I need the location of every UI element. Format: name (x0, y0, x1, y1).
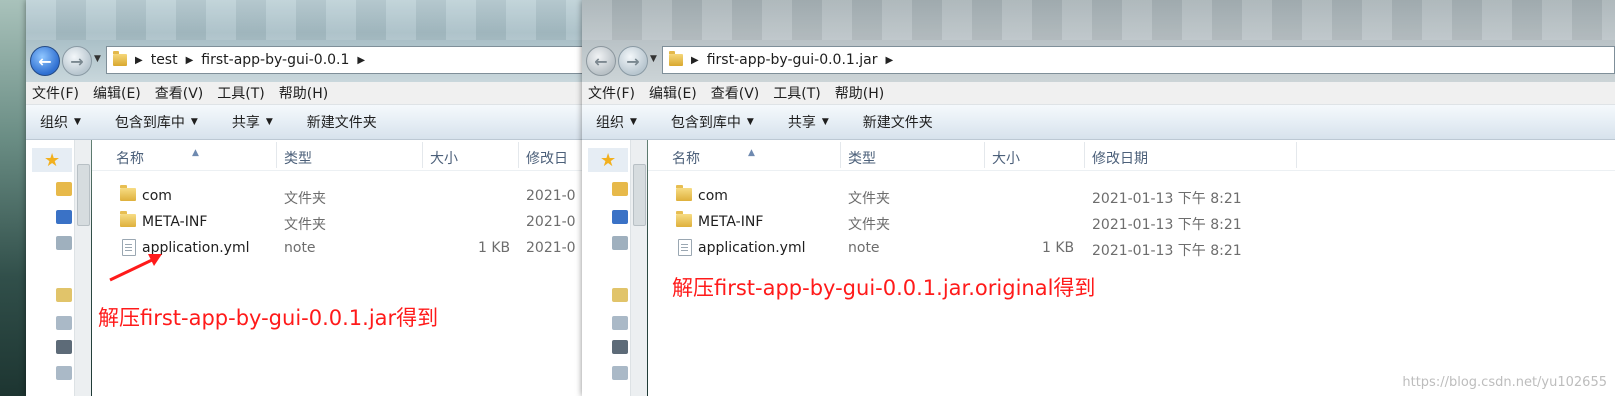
library-icon[interactable] (56, 182, 72, 196)
network-icon[interactable] (56, 236, 72, 250)
column-name[interactable]: 名称 (116, 148, 144, 168)
table-row[interactable]: application.yml note 1 KB 2021-01-13 下午 … (648, 235, 1615, 261)
chevron-down-icon: ▼ (746, 117, 754, 127)
library-icon[interactable] (612, 182, 628, 196)
new-folder-button[interactable]: 新建文件夹 (307, 112, 377, 132)
column-type[interactable]: 类型 (284, 148, 312, 168)
command-bar: 组织 ▼ 包含到库中 ▼ 共享 ▼ 新建文件夹 (582, 105, 1615, 140)
chevron-right-icon[interactable]: ▶ (135, 55, 143, 66)
desktop-background (0, 0, 26, 396)
command-bar: 组织 ▼ 包含到库中 ▼ 共享 ▼ 新建文件夹 (26, 105, 586, 140)
window-frame: ← → ▼ ▶ test ▶ first-app-by-gui-0.0.1 ▶ (26, 0, 586, 82)
drive-icon[interactable] (612, 366, 628, 380)
chevron-right-icon[interactable]: ▶ (186, 55, 194, 66)
chevron-right-icon[interactable]: ▶ (357, 55, 365, 66)
recent-pages-dropdown[interactable]: ▼ (94, 54, 101, 64)
forward-button[interactable]: → (618, 46, 648, 76)
nav-scrollbar[interactable] (74, 140, 91, 396)
chevron-right-icon[interactable]: ▶ (886, 55, 894, 66)
table-row[interactable]: META-INF 文件夹 2021-0 (92, 209, 586, 235)
column-name[interactable]: 名称 (672, 148, 700, 168)
menu-bar: 文件(F) 编辑(E) 查看(V) 工具(T) 帮助(H) (26, 82, 586, 105)
folder-icon (120, 211, 136, 227)
breadcrumb-current[interactable]: first-app-by-gui-0.0.1.jar (707, 52, 878, 68)
text-file-icon (678, 239, 692, 256)
recent-pages-dropdown[interactable]: ▼ (650, 54, 657, 64)
table-row[interactable]: com 文件夹 2021-01-13 下午 8:21 (648, 183, 1615, 209)
network-icon[interactable] (612, 236, 628, 250)
folder-icon (676, 185, 692, 201)
table-row[interactable]: META-INF 文件夹 2021-01-13 下午 8:21 (648, 209, 1615, 235)
include-in-library-button[interactable]: 包含到库中 ▼ (671, 112, 754, 132)
breadcrumb-test[interactable]: test (151, 52, 178, 68)
column-type[interactable]: 类型 (848, 148, 876, 168)
watermark: https://blog.csdn.net/yu102655 (1402, 375, 1607, 390)
address-bar[interactable]: ▶ test ▶ first-app-by-gui-0.0.1 ▶ (106, 46, 586, 74)
include-in-library-button[interactable]: 包含到库中 ▼ (115, 112, 198, 132)
back-button[interactable]: ← (586, 46, 616, 76)
favorites-star-icon[interactable]: ★ (600, 150, 616, 171)
menu-file[interactable]: 文件(F) (588, 83, 643, 103)
table-row[interactable]: application.yml note 1 KB 2021-0 (92, 235, 586, 261)
homegroup-icon[interactable] (612, 288, 628, 302)
organize-button[interactable]: 组织 ▼ (40, 112, 81, 132)
annotation-text: 解压first-app-by-gui-0.0.1.jar得到 (98, 306, 439, 330)
menu-tools[interactable]: 工具(T) (773, 83, 828, 103)
sort-up-icon: ▲ (192, 148, 199, 158)
annotation-text: 解压first-app-by-gui-0.0.1.jar.original得到 (672, 276, 1096, 300)
chevron-down-icon: ▼ (190, 117, 198, 127)
computer-icon[interactable] (612, 210, 628, 224)
table-row[interactable]: com 文件夹 2021-0 (92, 183, 586, 209)
column-header: ▲ 名称 类型 大小 修改日期 (648, 140, 1615, 171)
column-date[interactable]: 修改日 (526, 148, 568, 168)
organize-button[interactable]: 组织 ▼ (596, 112, 637, 132)
column-date[interactable]: 修改日期 (1092, 148, 1148, 168)
drive-icon[interactable] (56, 340, 72, 354)
menu-tools[interactable]: 工具(T) (217, 83, 272, 103)
column-size[interactable]: 大小 (430, 148, 458, 168)
homegroup-icon[interactable] (56, 288, 72, 302)
menu-edit[interactable]: 编辑(E) (649, 83, 705, 103)
chevron-down-icon: ▼ (630, 117, 637, 127)
nav-scrollbar[interactable] (630, 140, 647, 396)
file-list: ▲ 名称 类型 大小 修改日期 com 文件夹 2021-01-13 下午 8:… (648, 140, 1615, 396)
breadcrumb-current[interactable]: first-app-by-gui-0.0.1 (201, 52, 349, 68)
explorer-window-right: ← → ▼ ▶ first-app-by-gui-0.0.1.jar ▶ 文件(… (582, 0, 1615, 396)
chevron-right-icon[interactable]: ▶ (691, 55, 699, 66)
drive-icon[interactable] (612, 340, 628, 354)
menu-view[interactable]: 查看(V) (711, 83, 768, 103)
drive-icon[interactable] (56, 366, 72, 380)
new-folder-button[interactable]: 新建文件夹 (863, 112, 933, 132)
forward-button[interactable]: → (62, 46, 92, 76)
menu-bar: 文件(F) 编辑(E) 查看(V) 工具(T) 帮助(H) (582, 82, 1615, 105)
folder-icon (120, 185, 136, 201)
chevron-down-icon: ▼ (74, 117, 81, 127)
menu-help[interactable]: 帮助(H) (835, 83, 892, 103)
share-button[interactable]: 共享 ▼ (788, 112, 829, 132)
explorer-window-left: ← → ▼ ▶ test ▶ first-app-by-gui-0.0.1 ▶ … (26, 0, 586, 396)
chevron-down-icon: ▼ (265, 117, 273, 127)
folder-icon (669, 51, 683, 66)
window-frame: ← → ▼ ▶ first-app-by-gui-0.0.1.jar ▶ (582, 0, 1615, 82)
favorites-star-icon[interactable]: ★ (44, 150, 60, 171)
drive-icon[interactable] (612, 316, 628, 330)
column-size[interactable]: 大小 (992, 148, 1020, 168)
address-bar[interactable]: ▶ first-app-by-gui-0.0.1.jar ▶ (662, 46, 1615, 74)
menu-edit[interactable]: 编辑(E) (93, 83, 149, 103)
arrow-annotation (109, 254, 162, 282)
sort-up-icon: ▲ (748, 148, 755, 158)
menu-view[interactable]: 查看(V) (155, 83, 212, 103)
column-header: ▲ 名称 类型 大小 修改日 (92, 140, 586, 171)
menu-help[interactable]: 帮助(H) (279, 83, 336, 103)
share-button[interactable]: 共享 ▼ (232, 112, 273, 132)
chevron-down-icon: ▼ (821, 117, 829, 127)
drive-icon[interactable] (56, 316, 72, 330)
folder-icon (113, 51, 127, 66)
menu-file[interactable]: 文件(F) (32, 83, 87, 103)
file-list: ▲ 名称 类型 大小 修改日 com 文件夹 2021-0 META-INF 文… (92, 140, 586, 396)
back-button[interactable]: ← (30, 46, 60, 76)
computer-icon[interactable] (56, 210, 72, 224)
folder-icon (676, 211, 692, 227)
